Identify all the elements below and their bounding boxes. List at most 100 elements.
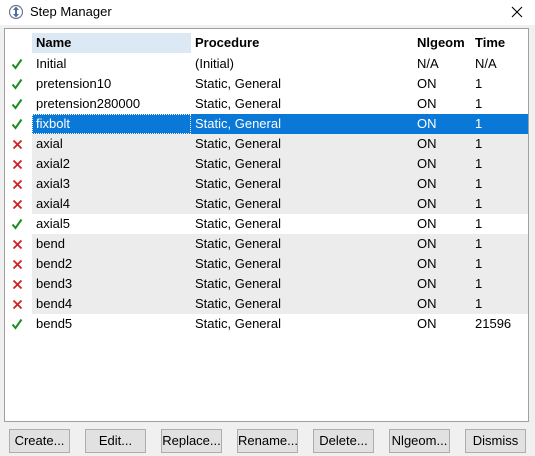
nlgeom-cell: ON	[417, 316, 437, 331]
nlgeom-cell: N/A	[417, 56, 439, 71]
nlgeom-cell: ON	[413, 154, 471, 174]
table-row[interactable]: bend2 Static, General ON 1	[5, 254, 528, 274]
step-name-cell: bend3	[32, 274, 191, 294]
table-row[interactable]: axial Static, General ON 1	[5, 134, 528, 154]
table-row[interactable]: pretension280000 Static, General ON 1	[5, 94, 528, 114]
time-cell: 1	[471, 154, 528, 174]
edit-button[interactable]: Edit...	[85, 429, 146, 453]
table-row[interactable]: axial4 Static, General ON 1	[5, 194, 528, 214]
step-name-cell: axial3	[32, 174, 191, 194]
check-mark-icon	[5, 214, 29, 234]
step-name-cell: pretension10	[36, 76, 112, 91]
nlgeom-cell: ON	[417, 76, 437, 91]
time-cell: 1	[471, 234, 528, 254]
column-header-name[interactable]: Name	[32, 33, 191, 53]
table-row[interactable]: axial5 Static, General ON 1	[5, 214, 528, 234]
window-title: Step Manager	[30, 4, 112, 19]
nlgeom-cell: ON	[413, 294, 471, 314]
column-header-time[interactable]: Time	[471, 33, 529, 53]
table-row[interactable]: axial3 Static, General ON 1	[5, 174, 528, 194]
step-name-cell: pretension280000	[36, 96, 141, 111]
column-header-procedure[interactable]: Procedure	[191, 33, 413, 53]
table-row[interactable]: bend5 Static, General ON 21596	[5, 314, 528, 334]
nlgeom-cell: ON	[413, 174, 471, 194]
time-cell: 1	[471, 174, 528, 194]
nlgeom-button[interactable]: Nlgeom...	[389, 429, 450, 453]
time-cell: 1	[471, 134, 528, 154]
procedure-cell: Static, General	[195, 96, 281, 111]
time-cell: 21596	[475, 316, 512, 331]
procedure-cell: Static, General	[191, 154, 413, 174]
nlgeom-cell: ON	[417, 96, 437, 111]
step-name-cell: axial2	[32, 154, 191, 174]
check-mark-icon	[5, 314, 29, 334]
step-table: Name Procedure Nlgeom Time Initial (Initi…	[4, 28, 529, 422]
nlgeom-cell: ON	[413, 134, 471, 154]
replace-button[interactable]: Replace...	[161, 429, 222, 453]
procedure-cell: Static, General	[191, 134, 413, 154]
step-name-cell: axial4	[32, 194, 191, 214]
nlgeom-cell: ON	[413, 234, 471, 254]
procedure-cell: Static, General	[195, 216, 281, 231]
nlgeom-cell: ON	[413, 254, 471, 274]
table-row[interactable]: fixbolt Static, General ON 1	[5, 114, 528, 134]
procedure-cell: Static, General	[191, 254, 413, 274]
time-cell: 1	[475, 216, 483, 231]
check-mark-icon	[5, 114, 29, 134]
check-mark-icon	[5, 74, 29, 94]
time-cell: N/A	[475, 56, 497, 71]
nlgeom-cell: ON	[413, 274, 471, 294]
x-mark-icon	[5, 294, 29, 314]
nlgeom-cell: ON	[413, 194, 471, 214]
table-row[interactable]: Initial (Initial) N/A N/A	[5, 54, 528, 74]
title-bar: Step Manager	[0, 0, 535, 25]
check-mark-icon	[5, 94, 29, 114]
table-row[interactable]: bend Static, General ON 1	[5, 234, 528, 254]
procedure-cell: Static, General	[191, 114, 413, 134]
x-mark-icon	[5, 234, 29, 254]
table-row[interactable]: axial2 Static, General ON 1	[5, 154, 528, 174]
close-icon[interactable]	[505, 1, 529, 23]
delete-button[interactable]: Delete...	[313, 429, 374, 453]
step-name-cell: bend	[32, 234, 191, 254]
step-name-cell: bend4	[32, 294, 191, 314]
step-rows: Initial (Initial) N/A N/A pretension10 Static…	[5, 54, 528, 334]
time-cell: 1	[475, 96, 483, 111]
table-row[interactable]: bend4 Static, General ON 1	[5, 294, 528, 314]
step-manager-window: Step Manager Name Procedure Nlgeom Time …	[0, 0, 535, 456]
table-row[interactable]: bend3 Static, General ON 1	[5, 274, 528, 294]
table-row[interactable]: pretension10 Static, General ON 1	[5, 74, 528, 94]
procedure-cell: (Initial)	[195, 56, 235, 71]
x-mark-icon	[5, 174, 29, 194]
time-cell: 1	[471, 294, 528, 314]
dismiss-button[interactable]: Dismiss	[465, 429, 526, 453]
time-cell: 1	[471, 114, 528, 134]
time-cell: 1	[475, 76, 483, 91]
step-name-cell: axial5	[36, 216, 70, 231]
x-mark-icon	[5, 254, 29, 274]
x-mark-icon	[5, 154, 29, 174]
nlgeom-cell: ON	[413, 114, 471, 134]
x-mark-icon	[5, 194, 29, 214]
time-cell: 1	[471, 274, 528, 294]
x-mark-icon	[5, 134, 29, 154]
step-name-cell: bend2	[32, 254, 191, 274]
step-manager-icon	[8, 4, 24, 20]
procedure-cell: Static, General	[195, 76, 281, 91]
column-header-nlgeom[interactable]: Nlgeom	[413, 33, 471, 53]
procedure-cell: Static, General	[191, 294, 413, 314]
step-name-cell: fixbolt	[32, 114, 191, 134]
time-cell: 1	[471, 194, 528, 214]
procedure-cell: Static, General	[191, 274, 413, 294]
nlgeom-cell: ON	[417, 216, 437, 231]
procedure-cell: Static, General	[191, 174, 413, 194]
step-name-cell: axial	[32, 134, 191, 154]
button-bar: Create... Edit... Replace... Rename... D…	[0, 429, 535, 455]
create-button[interactable]: Create...	[9, 429, 70, 453]
step-name-cell: bend5	[36, 316, 73, 331]
rename-button[interactable]: Rename...	[237, 429, 298, 453]
procedure-cell: Static, General	[191, 194, 413, 214]
time-cell: 1	[471, 254, 528, 274]
step-name-cell: Initial	[36, 56, 67, 71]
x-mark-icon	[5, 274, 29, 294]
